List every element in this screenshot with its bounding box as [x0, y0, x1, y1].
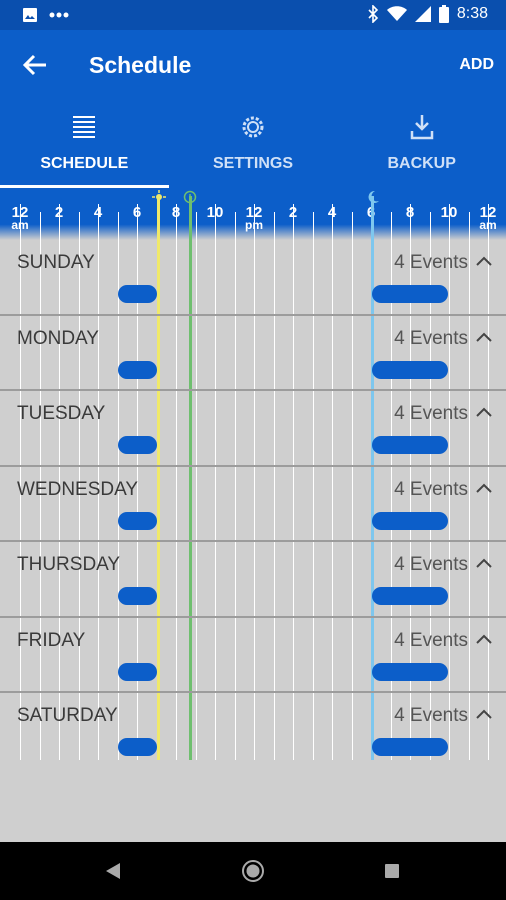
evening-event-bar[interactable]: [372, 360, 448, 379]
sun-icon: [152, 190, 166, 204]
tab-bar: SCHEDULE SETTINGS BACKUP: [0, 102, 506, 188]
morning-event-bar[interactable]: [118, 587, 157, 605]
empty-area: [0, 760, 506, 842]
app-bar: Schedule ADD: [0, 30, 506, 102]
chevron-up-icon[interactable]: [474, 630, 494, 650]
wifi-icon: [386, 6, 407, 21]
moon-icon: [368, 190, 379, 203]
gear-icon: [242, 116, 264, 138]
back-arrow-icon[interactable]: [20, 50, 50, 80]
chevron-up-icon[interactable]: [474, 479, 494, 499]
morning-event-bar[interactable]: [118, 738, 157, 756]
day-row[interactable]: SATURDAY 4 Events: [0, 693, 506, 769]
chevron-up-icon[interactable]: [474, 403, 494, 423]
signal-icon: [414, 6, 431, 22]
tab-schedule[interactable]: SCHEDULE: [0, 102, 169, 188]
event-count: 4 Events: [394, 554, 468, 575]
clock-icon: [183, 190, 197, 204]
evening-event-bar[interactable]: [372, 285, 448, 303]
day-list: SUNDAY 4 Events MONDAY 4 Events TUESDAY 4 Eve…: [0, 240, 506, 769]
tab-settings[interactable]: SETTINGS: [169, 102, 338, 188]
tab-backup[interactable]: BACKUP: [337, 102, 506, 188]
morning-event-bar[interactable]: [118, 285, 157, 303]
nav-recents-icon[interactable]: [384, 863, 400, 879]
day-name: TUESDAY: [17, 403, 106, 424]
morning-event-bar[interactable]: [118, 360, 157, 379]
morning-event-bar[interactable]: [118, 511, 157, 530]
status-bar: 8:38: [0, 0, 506, 30]
day-name: SUNDAY: [17, 252, 95, 273]
tab-schedule-label: SCHEDULE: [40, 155, 129, 172]
notification-icons: [22, 7, 70, 23]
day-name: SATURDAY: [17, 705, 118, 726]
nav-back-icon[interactable]: [104, 862, 122, 880]
evening-event-bar[interactable]: [372, 738, 448, 756]
system-icons: 8:38: [367, 5, 488, 23]
evening-event-bar[interactable]: [372, 587, 448, 605]
event-count: 4 Events: [394, 327, 468, 349]
day-name: WEDNESDAY: [17, 478, 139, 500]
day-name: THURSDAY: [17, 554, 121, 575]
battery-icon: [438, 5, 449, 23]
status-time: 8:38: [456, 5, 488, 22]
day-name: FRIDAY: [17, 629, 86, 651]
morning-event-bar[interactable]: [118, 662, 157, 681]
day-row[interactable]: MONDAY 4 Events: [0, 316, 506, 391]
bluetooth-icon: [368, 5, 378, 23]
download-icon: [410, 115, 433, 140]
morning-event-bar[interactable]: [118, 436, 157, 454]
day-row[interactable]: FRIDAY 4 Events: [0, 618, 506, 693]
event-count: 4 Events: [394, 478, 468, 500]
evening-event-bar[interactable]: [372, 511, 448, 530]
event-count: 4 Events: [394, 403, 468, 424]
list-icon: [73, 116, 96, 138]
evening-event-bar[interactable]: [372, 436, 448, 454]
event-count: 4 Events: [394, 629, 468, 651]
add-button[interactable]: ADD: [459, 56, 494, 74]
day-row[interactable]: WEDNESDAY 4 Events: [0, 467, 506, 542]
schedule-screen: 8:38 Schedule ADD SCHEDULE SETTINGS BACK…: [0, 0, 506, 900]
system-nav-bar: [0, 842, 506, 900]
evening-event-bar[interactable]: [372, 662, 448, 681]
nav-home-icon[interactable]: [241, 859, 265, 883]
more-dots-icon: [49, 12, 69, 18]
tab-backup-label: BACKUP: [387, 155, 456, 172]
event-count: 4 Events: [394, 705, 468, 726]
chevron-up-icon[interactable]: [474, 328, 494, 348]
event-count: 4 Events: [394, 252, 468, 273]
day-row[interactable]: TUESDAY 4 Events: [0, 391, 506, 467]
day-row[interactable]: THURSDAY 4 Events: [0, 542, 506, 618]
chevron-up-icon[interactable]: [474, 554, 494, 574]
chevron-up-icon[interactable]: [474, 252, 494, 272]
day-row[interactable]: SUNDAY 4 Events: [0, 240, 506, 316]
image-icon: [23, 8, 37, 22]
page-title: Schedule: [89, 52, 192, 78]
chevron-up-icon[interactable]: [474, 705, 494, 725]
day-name: MONDAY: [17, 327, 99, 349]
tab-settings-label: SETTINGS: [213, 155, 294, 172]
